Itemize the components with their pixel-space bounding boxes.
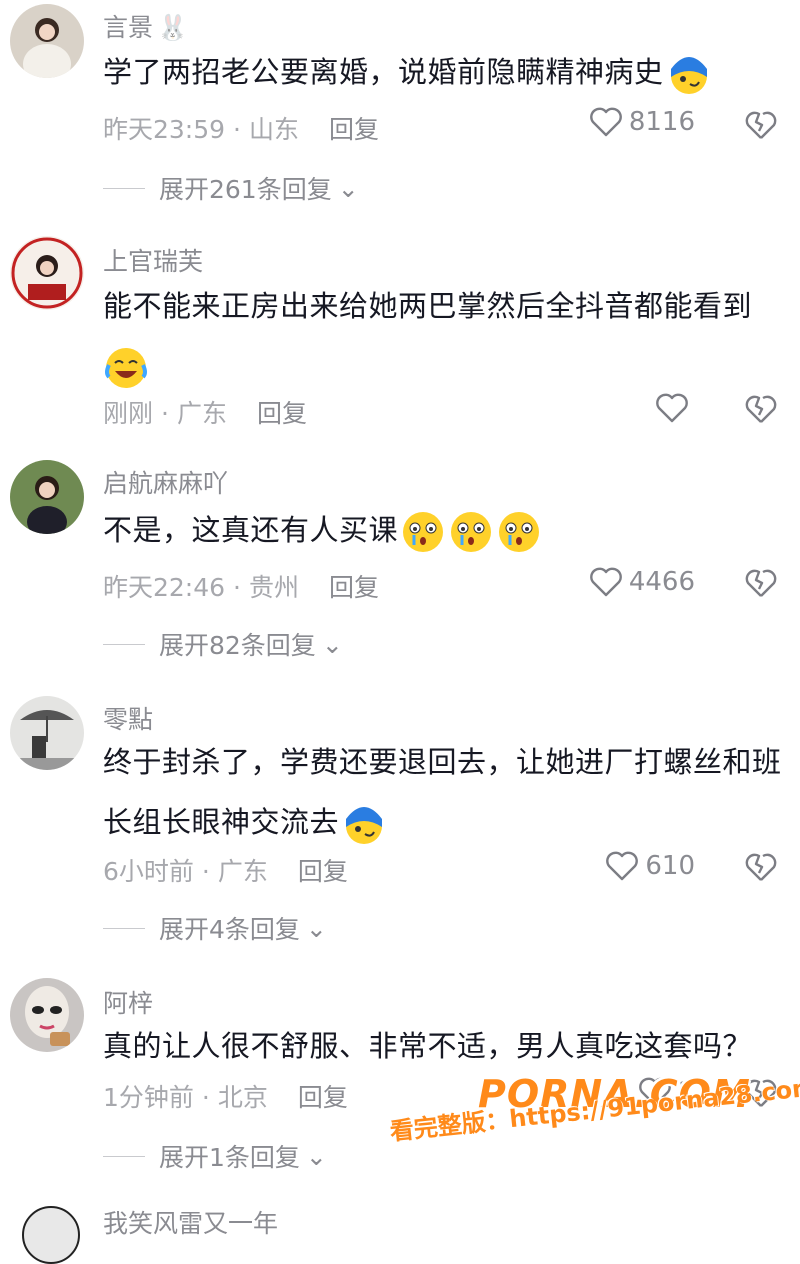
comment-meta: 昨天22:46 · 贵州 回复 — [103, 573, 380, 602]
broken-heart-icon[interactable] — [744, 392, 778, 426]
avatar[interactable] — [10, 460, 84, 534]
heart-icon — [656, 393, 688, 423]
avatar[interactable] — [10, 978, 84, 1052]
like-count: 4466 — [628, 567, 695, 597]
location: 广东 — [176, 399, 227, 428]
chevron-down-icon: ⌄ — [305, 913, 327, 943]
expand-replies-button[interactable]: 展开82条回复 ⌄ — [103, 626, 343, 662]
reply-button[interactable]: 回复 — [257, 399, 307, 428]
reply-button[interactable]: 回复 — [329, 573, 379, 602]
username[interactable]: 言景 🐰 — [103, 8, 188, 44]
timestamp: 1分钟前 — [103, 1083, 194, 1112]
like-button[interactable]: 8116 — [589, 106, 695, 138]
reply-button[interactable]: 回复 — [298, 1083, 348, 1112]
heart-icon — [606, 851, 639, 881]
comment-text: 不是，这真还有人买课 — [103, 500, 793, 560]
avatar[interactable] — [10, 4, 84, 78]
reply-button[interactable]: 回复 — [329, 115, 379, 144]
like-count: 8116 — [628, 107, 695, 137]
like-button[interactable]: 610 — [605, 850, 695, 882]
broken-heart-icon[interactable] — [744, 566, 778, 600]
crying-emoji-icon — [451, 512, 492, 552]
heart-icon — [589, 567, 622, 597]
location: 贵州 — [249, 573, 300, 602]
avatar[interactable] — [10, 696, 84, 770]
expand-replies-button[interactable]: 展开261条回复 ⌄ — [103, 170, 359, 206]
broken-heart-icon[interactable] — [744, 108, 778, 142]
timestamp: 刚刚 — [103, 399, 154, 428]
username[interactable]: 阿梓 — [103, 984, 153, 1020]
emoji-icon — [346, 807, 383, 844]
comment-meta: 刚刚 · 广东 回复 — [103, 399, 307, 428]
crying-emoji-icon — [403, 512, 444, 552]
username[interactable]: 上官瑞芙 — [103, 242, 203, 278]
expand-replies-button[interactable]: 展开4条回复 ⌄ — [103, 910, 327, 946]
avatar[interactable] — [10, 236, 84, 310]
comment-text: 终于封杀了，学费还要退回去，让她进厂打螺丝和班长组长眼神交流去 — [103, 732, 793, 852]
like-button[interactable] — [655, 392, 695, 424]
chevron-down-icon: ⌄ — [305, 1141, 327, 1171]
comment-meta: 6小时前 · 广东 回复 — [103, 857, 348, 886]
expand-replies-button[interactable]: 展开1条回复 ⌄ — [103, 1138, 327, 1174]
bunny-icon: 🐰 — [157, 13, 189, 42]
like-count: 610 — [645, 851, 695, 881]
location: 山东 — [249, 115, 300, 144]
location: 北京 — [217, 1083, 268, 1112]
emoji-icon — [670, 57, 707, 94]
username[interactable]: 启航麻麻吖 — [103, 464, 228, 500]
comment-text: 真的让人很不舒服、非常不适，男人真吃这套吗？ — [103, 1029, 753, 1063]
reply-button[interactable]: 回复 — [298, 857, 348, 886]
location: 广东 — [217, 857, 268, 886]
comment-meta: 1分钟前 · 北京 回复 — [103, 1083, 348, 1112]
laughing-crying-emoji-icon — [105, 348, 147, 388]
like-button[interactable]: 4466 — [589, 566, 695, 598]
broken-heart-icon[interactable] — [744, 850, 778, 884]
heart-icon — [589, 107, 622, 137]
username[interactable]: 零點 — [103, 700, 153, 736]
crying-emoji-icon — [499, 512, 540, 552]
chevron-down-icon: ⌄ — [321, 629, 343, 659]
comment-meta: 昨天23:59 · 山东 回复 — [103, 115, 380, 144]
timestamp: 昨天23:59 — [103, 115, 226, 144]
timestamp: 6小时前 — [103, 857, 194, 886]
timestamp: 昨天22:46 — [103, 573, 226, 602]
comment-text: 能不能来正房出来给她两巴掌然后全抖音都能看到 — [103, 276, 793, 396]
avatar[interactable] — [22, 1206, 80, 1264]
username[interactable]: 我笑风雷又一年 — [103, 1204, 278, 1240]
comment-text: 学了两招老公要离婚，说婚前隐瞒精神病史 — [103, 42, 793, 102]
chevron-down-icon: ⌄ — [337, 173, 359, 203]
